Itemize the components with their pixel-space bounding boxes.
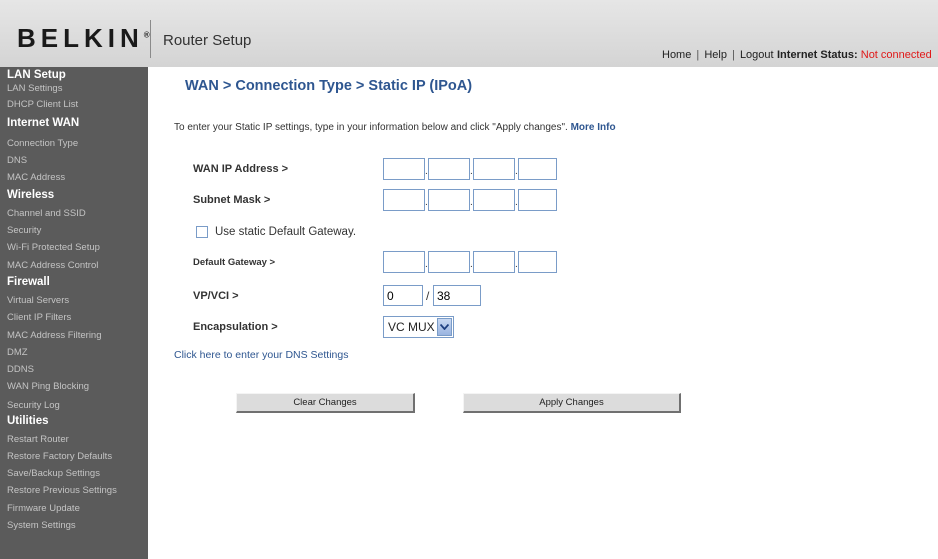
internet-status: Internet Status: Not connected (777, 49, 932, 61)
sidebar-nav: LAN Setup LAN Settings DHCP Client List … (0, 67, 148, 559)
subnet-octet-1[interactable] (383, 189, 425, 211)
sidebar-item-wan-ping-blocking[interactable]: WAN Ping Blocking (7, 381, 89, 392)
wan-ip-label: WAN IP Address > (193, 163, 289, 175)
header-nav: Home | Help | Logout (662, 49, 774, 61)
sidebar-item-dhcp-client-list[interactable]: DHCP Client List (7, 99, 78, 110)
nav-separator: | (732, 49, 735, 61)
header: BELKIN® Router Setup Home | Help | Logou… (0, 0, 938, 67)
sidebar-item-mac-address-filtering[interactable]: MAC Address Filtering (7, 330, 102, 341)
apply-changes-button[interactable]: Apply Changes (463, 393, 681, 413)
sidebar-group-wireless[interactable]: Wireless (7, 189, 54, 201)
page-title: WAN > Connection Type > Static IP (IPoA) (185, 78, 473, 94)
sidebar-item-restart-router[interactable]: Restart Router (7, 434, 69, 445)
logo-registered-mark: ® (143, 30, 150, 40)
sidebar-item-firmware-update[interactable]: Firmware Update (7, 503, 80, 514)
sidebar-group-lan-setup[interactable]: LAN Setup (7, 69, 66, 81)
more-info-link[interactable]: More Info (571, 122, 616, 133)
chevron-down-icon[interactable] (437, 318, 452, 336)
gateway-octet-3[interactable] (473, 251, 515, 273)
static-gateway-label: Use static Default Gateway. (215, 226, 357, 238)
belkin-logo: BELKIN® (17, 23, 150, 54)
intro-instructions: To enter your Static IP settings, type i… (174, 122, 568, 133)
vp-input[interactable] (383, 285, 423, 306)
sidebar-group-firewall[interactable]: Firewall (7, 276, 50, 288)
static-gateway-row: Use static Default Gateway. (196, 226, 356, 238)
sidebar-item-channel-ssid[interactable]: Channel and SSID (7, 208, 86, 219)
sidebar-item-client-ip-filters[interactable]: Client IP Filters (7, 312, 71, 323)
encapsulation-label: Encapsulation > (193, 321, 278, 333)
logout-link[interactable]: Logout (740, 49, 774, 61)
gateway-octet-4[interactable] (518, 251, 557, 273)
default-gateway-label: Default Gateway > (193, 257, 276, 268)
status-value: Not connected (860, 49, 932, 61)
sidebar-item-dmz[interactable]: DMZ (7, 347, 28, 358)
subnet-octet-3[interactable] (473, 189, 515, 211)
intro-text: To enter your Static IP settings, type i… (174, 122, 616, 133)
vpvci-separator: / (426, 289, 430, 303)
sidebar-item-mac-address[interactable]: MAC Address (7, 172, 65, 183)
sidebar-item-lan-settings[interactable]: LAN Settings (7, 83, 62, 94)
sidebar-item-ddns[interactable]: DDNS (7, 364, 34, 375)
sidebar-item-restore-factory-defaults[interactable]: Restore Factory Defaults (7, 451, 112, 462)
dns-settings-link[interactable]: Click here to enter your DNS Settings (174, 349, 349, 361)
subnet-octet-2[interactable] (428, 189, 470, 211)
static-gateway-checkbox[interactable] (196, 226, 208, 238)
clear-changes-button[interactable]: Clear Changes (236, 393, 415, 413)
sidebar-item-security[interactable]: Security (7, 225, 41, 236)
sidebar-group-internet-wan[interactable]: Internet WAN (7, 117, 79, 129)
gateway-octet-2[interactable] (428, 251, 470, 273)
logo-text: BELKIN (17, 23, 144, 53)
home-link[interactable]: Home (662, 49, 691, 61)
status-label: Internet Status: (777, 49, 858, 61)
sidebar-item-system-settings[interactable]: System Settings (7, 520, 76, 531)
sidebar-item-wps[interactable]: Wi-Fi Protected Setup (7, 242, 100, 253)
vci-input[interactable] (433, 285, 481, 306)
gateway-octet-1[interactable] (383, 251, 425, 273)
sidebar-item-dns[interactable]: DNS (7, 155, 27, 166)
vpvci-label: VP/VCI > (193, 290, 239, 302)
sidebar-item-restore-previous-settings[interactable]: Restore Previous Settings (7, 485, 117, 496)
wan-ip-octet-2[interactable] (428, 158, 470, 180)
encapsulation-select[interactable]: VC MUX (383, 316, 454, 338)
sidebar-item-connection-type[interactable]: Connection Type (7, 138, 78, 149)
nav-separator: | (696, 49, 700, 61)
help-link[interactable]: Help (704, 49, 727, 61)
subnet-octet-4[interactable] (518, 189, 557, 211)
sidebar-item-mac-address-control[interactable]: MAC Address Control (7, 260, 98, 271)
sidebar-item-virtual-servers[interactable]: Virtual Servers (7, 295, 69, 306)
subnet-mask-label: Subnet Mask > (193, 194, 271, 206)
logo-divider (150, 20, 151, 58)
encapsulation-value: VC MUX (388, 320, 435, 334)
sidebar-group-utilities[interactable]: Utilities (7, 415, 49, 427)
sidebar-item-save-backup-settings[interactable]: Save/Backup Settings (7, 468, 100, 479)
app-title: Router Setup (163, 32, 252, 49)
wan-ip-octet-4[interactable] (518, 158, 557, 180)
sidebar-item-security-log[interactable]: Security Log (7, 400, 60, 411)
wan-ip-octet-1[interactable] (383, 158, 425, 180)
wan-ip-octet-3[interactable] (473, 158, 515, 180)
